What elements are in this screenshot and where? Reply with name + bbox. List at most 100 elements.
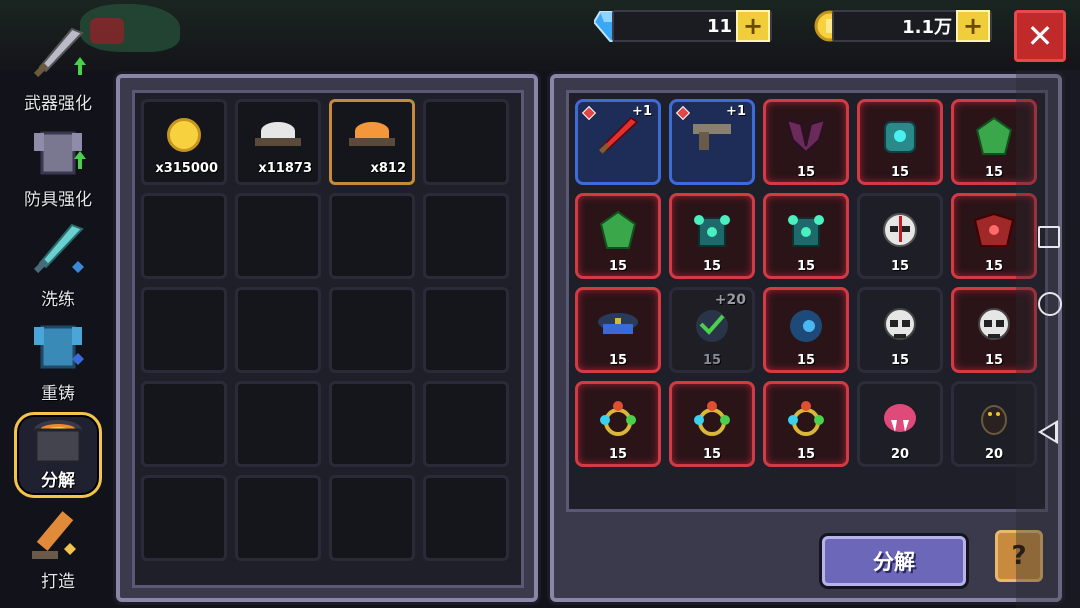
- equipment-slot[interactable]: +20 15: [669, 287, 755, 373]
- blue-hood-icon: [783, 304, 829, 344]
- teal-chest-armor-icon: [689, 210, 735, 250]
- equipment-slot[interactable]: 15: [575, 381, 661, 467]
- empty-slot[interactable]: [329, 381, 415, 467]
- menu-decompose-label: 分解: [41, 471, 75, 491]
- empty-slot[interactable]: [423, 99, 509, 185]
- empty-slot[interactable]: [141, 287, 227, 373]
- green-armor-icon: [595, 210, 641, 250]
- forge-icon: [26, 503, 90, 567]
- empty-slot[interactable]: [423, 193, 509, 279]
- skull-mask-icon: [877, 304, 923, 344]
- empty-slot[interactable]: [423, 287, 509, 373]
- empty-slot[interactable]: [329, 475, 415, 561]
- menu-refine-label: 洗练: [41, 290, 75, 310]
- equipped-tag-icon: [581, 105, 597, 121]
- decompose-button[interactable]: 分解: [822, 536, 966, 586]
- recast-armor-icon: [26, 315, 90, 379]
- menu-weapon-upgrade-label: 武器强化: [24, 94, 92, 114]
- empty-slot[interactable]: [235, 193, 321, 279]
- item-level: 15: [796, 447, 816, 462]
- empty-slot[interactable]: [329, 193, 415, 279]
- close-button[interactable]: ✕: [1014, 10, 1066, 62]
- item-level: 15: [608, 353, 628, 368]
- gem-ring-icon: [783, 398, 829, 438]
- material-slot-coin[interactable]: x315000: [141, 99, 227, 185]
- empty-slot[interactable]: [235, 475, 321, 561]
- equipment-slot[interactable]: 15: [763, 381, 849, 467]
- equipment-slot[interactable]: 15: [575, 193, 661, 279]
- empty-slot[interactable]: [235, 287, 321, 373]
- equipped-tag-icon: [675, 105, 691, 121]
- equipment-slot[interactable]: 15: [763, 287, 849, 373]
- menu-forge-label: 打造: [41, 572, 75, 592]
- green-armor-icon: [971, 116, 1017, 156]
- item-level: 15: [890, 259, 910, 274]
- equipment-slot[interactable]: 15: [857, 193, 943, 279]
- item-level: 15: [796, 259, 816, 274]
- add-coins-button[interactable]: +: [956, 10, 990, 42]
- furnace-icon: [30, 416, 86, 466]
- red-demon-armor-icon: [971, 210, 1017, 250]
- empty-slot[interactable]: [235, 381, 321, 467]
- equipment-grid: +1 +1 15 15 15 15 15 15 15 15 15 +20 15 15 15 15 15 15 15 2…: [575, 99, 1037, 467]
- pink-fang-icon: [877, 398, 923, 438]
- armor-upgrade-icon: [26, 121, 90, 185]
- materials-grid: x315000 x11873 x812: [141, 99, 509, 561]
- checked-hood-icon: [689, 304, 735, 344]
- recent-apps-icon[interactable]: [1038, 226, 1060, 248]
- empty-slot[interactable]: [423, 381, 509, 467]
- equipment-slot[interactable]: 15: [669, 193, 755, 279]
- item-level: 15: [890, 165, 910, 180]
- back-icon[interactable]: [1038, 420, 1058, 444]
- gem-ring-icon: [595, 398, 641, 438]
- enhance-level: +20: [714, 292, 746, 308]
- equipment-slot[interactable]: 15: [763, 193, 849, 279]
- sword-upgrade-icon: [26, 25, 90, 89]
- menu-recast[interactable]: 重铸: [10, 312, 106, 408]
- gold-coin-icon: [167, 118, 201, 152]
- teal-chest-armor-icon: [783, 210, 829, 250]
- equipment-slot[interactable]: 15: [669, 381, 755, 467]
- refine-sword-icon: [26, 221, 90, 285]
- material-slot-orange-dust[interactable]: x812: [329, 99, 415, 185]
- equipment-slot[interactable]: 15: [857, 99, 943, 185]
- home-icon[interactable]: [1038, 292, 1062, 316]
- equipment-slot[interactable]: 20: [857, 381, 943, 467]
- add-gems-label: +: [742, 12, 764, 40]
- add-gems-button[interactable]: +: [736, 10, 770, 42]
- empty-slot[interactable]: [141, 193, 227, 279]
- material-qty: x11873: [258, 161, 312, 176]
- empty-slot[interactable]: [329, 287, 415, 373]
- orange-dust-pile-icon: [349, 122, 395, 146]
- system-nav-bar: [1016, 70, 1080, 608]
- item-level: 15: [608, 447, 628, 462]
- close-icon: ✕: [1026, 17, 1054, 55]
- equipment-slot[interactable]: 15: [857, 287, 943, 373]
- materials-panel: x315000 x11873 x812: [116, 74, 538, 602]
- enhance-level: +1: [726, 104, 746, 119]
- dark-armor-icon: [783, 116, 829, 156]
- equipment-slot[interactable]: +1: [669, 99, 755, 185]
- item-level: 20: [890, 447, 910, 462]
- empty-slot[interactable]: [141, 475, 227, 561]
- menu-refine[interactable]: 洗练: [10, 218, 106, 314]
- teal-armor-icon: [877, 116, 923, 156]
- add-coins-label: +: [962, 12, 984, 40]
- coin-count-value: 1.1万: [902, 17, 952, 38]
- enhance-level: +1: [632, 104, 652, 119]
- menu-forge[interactable]: 打造: [10, 500, 106, 596]
- material-qty: x315000: [155, 161, 218, 176]
- menu-weapon-upgrade[interactable]: 武器强化: [10, 22, 106, 118]
- menu-armor-upgrade[interactable]: 防具强化: [10, 118, 106, 214]
- equipment-slot[interactable]: 15: [575, 287, 661, 373]
- menu-decompose[interactable]: 分解: [14, 412, 102, 498]
- equipment-slot[interactable]: 15: [763, 99, 849, 185]
- empty-slot[interactable]: [141, 381, 227, 467]
- equipment-slot[interactable]: +1: [575, 99, 661, 185]
- skull-mask-icon: [971, 304, 1017, 344]
- item-level: 15: [702, 259, 722, 274]
- material-slot-white-dust[interactable]: x11873: [235, 99, 321, 185]
- empty-slot[interactable]: [423, 475, 509, 561]
- materials-inventory: x315000 x11873 x812: [132, 90, 524, 588]
- pistol-icon: [689, 116, 735, 156]
